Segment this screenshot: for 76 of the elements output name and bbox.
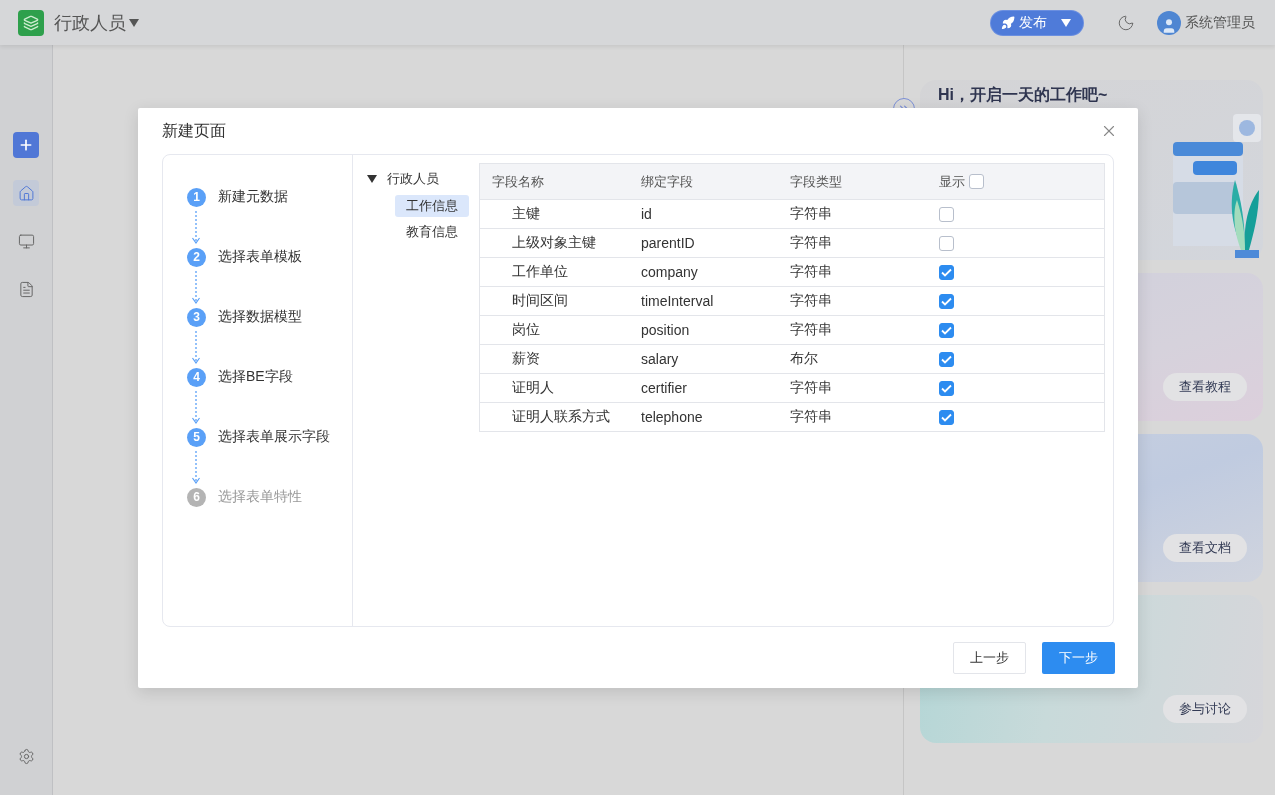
checkbox[interactable] [939, 351, 954, 367]
caret-icon [1061, 18, 1071, 27]
card-link-button[interactable]: 参与讨论 [1163, 695, 1247, 723]
table-cell-text: parentID [640, 234, 696, 253]
avatar-icon[interactable] [1157, 10, 1181, 35]
table-cell-text: 字符串 [789, 320, 833, 339]
app-switcher[interactable]: 行政人员 [54, 10, 140, 35]
table-cell-text: 字符串 [789, 262, 833, 281]
checkbox[interactable] [939, 409, 954, 425]
column-header: 字段名称 [492, 172, 544, 191]
card-link-button[interactable]: 查看教程 [1163, 373, 1247, 401]
step-number: 3 [187, 307, 206, 327]
plus-icon [18, 137, 34, 153]
dotted-arrow [190, 449, 202, 485]
step-label: 新建元数据 [218, 188, 288, 206]
checkbox[interactable] [939, 206, 954, 222]
tree-node[interactable]: 工作信息 [395, 195, 469, 217]
step-number: 1 [187, 187, 206, 207]
step-label: 选择BE字段 [218, 368, 293, 386]
table-cell-text: 主键 [511, 204, 541, 223]
home-icon[interactable] [13, 180, 39, 206]
checkbox[interactable] [939, 380, 954, 396]
step-number: 5 [187, 427, 206, 447]
app-logo-icon [18, 9, 44, 36]
dotted-arrow [190, 209, 202, 245]
dotted-arrow [190, 329, 202, 365]
table-cell-text: 薪资 [511, 349, 541, 368]
table-cell-text: 工作单位 [511, 262, 569, 281]
greeting-text: Hi，开启一天的工作吧~ [938, 85, 1108, 105]
step-number: 6 [187, 487, 206, 507]
table-cell-text: timeInterval [640, 292, 715, 311]
step-label: 选择表单特性 [218, 488, 302, 506]
rocket-icon [1001, 15, 1015, 30]
add-button[interactable] [13, 132, 39, 158]
table-cell-text: 时间区间 [511, 291, 569, 310]
previous-button[interactable]: 上一步 [953, 642, 1026, 674]
step-number: 4 [187, 367, 206, 387]
table-cell-text: 岗位 [511, 320, 541, 339]
tree-caret-icon[interactable] [367, 175, 377, 183]
table-cell-text: 字符串 [789, 204, 833, 223]
publish-button[interactable]: 发布 [991, 10, 1083, 35]
table-cell-text: company [640, 263, 699, 282]
card-link-button[interactable]: 查看文档 [1163, 534, 1247, 562]
table-cell-text: id [640, 205, 653, 224]
table-cell-text: 字符串 [789, 378, 833, 397]
step-label: 选择表单展示字段 [218, 428, 330, 446]
table-cell-text: 布尔 [789, 349, 819, 368]
step-label: 选择数据模型 [218, 308, 302, 326]
column-header: 字段类型 [790, 172, 842, 191]
table-cell-text: 字符串 [789, 407, 833, 426]
table-cell-text: certifier [640, 379, 688, 398]
table-cell-text: 字符串 [789, 291, 833, 310]
table-cell-text: salary [640, 350, 680, 369]
step-label: 选择表单模板 [218, 248, 302, 266]
moon-icon[interactable] [1117, 13, 1135, 32]
checkbox[interactable] [969, 174, 984, 189]
user-name[interactable]: 系统管理员 [1185, 13, 1255, 32]
step-number: 2 [187, 247, 206, 267]
checkbox[interactable] [939, 264, 954, 280]
table-cell-text: position [640, 321, 691, 340]
table-cell-text: 字符串 [789, 233, 833, 252]
dialog-title: 新建页面 [162, 120, 226, 141]
column-header: 绑定字段 [641, 172, 693, 191]
table-cell-text: 上级对象主键 [511, 233, 597, 252]
checkbox[interactable] [939, 322, 954, 338]
table-cell-text: telephone [640, 408, 704, 427]
table-cell-text: 证明人 [511, 378, 555, 397]
dotted-arrow [190, 389, 202, 425]
tree-node[interactable]: 教育信息 [395, 221, 469, 243]
dotted-arrow [190, 269, 202, 305]
tree-node[interactable]: 行政人员 [387, 170, 439, 188]
column-header: 显示 [939, 172, 965, 191]
table-cell-text: 证明人联系方式 [511, 407, 611, 426]
checkbox[interactable] [939, 293, 954, 309]
checkbox[interactable] [939, 235, 954, 251]
caret-icon [128, 17, 140, 28]
